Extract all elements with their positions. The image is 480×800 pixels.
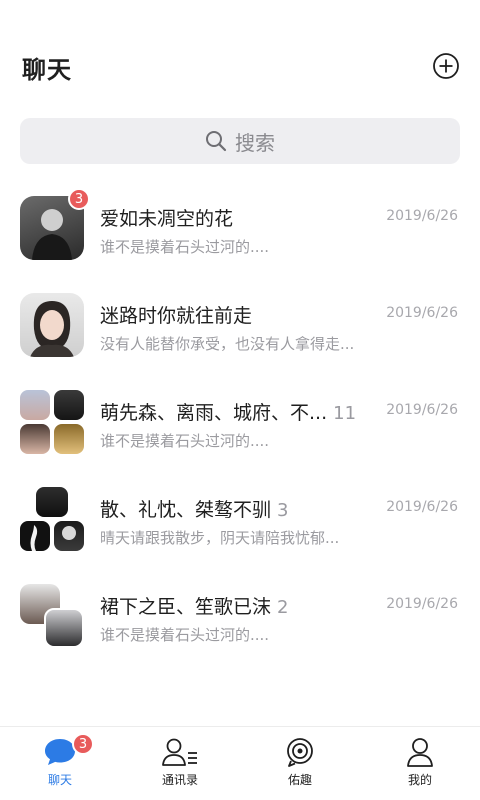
- avatar-photo: [20, 293, 84, 357]
- avatar-photo: [54, 521, 84, 551]
- tab-label: 聊天: [47, 773, 72, 787]
- person-silhouette-icon: [30, 525, 38, 551]
- profile-icon: [407, 738, 433, 767]
- tab-label: 佑趣: [287, 773, 312, 787]
- avatar-photo: [20, 390, 50, 420]
- member-count: 11: [333, 403, 357, 424]
- person-silhouette-icon: [30, 301, 74, 357]
- conversation-item[interactable]: 迷路时你就往前走 2019/6/26 没有人能替你承受，也没有人拿得走...: [0, 275, 480, 372]
- page-title: 聊天: [22, 56, 72, 84]
- avatar-photo: [44, 608, 84, 648]
- conversation-name: 萌先森、离雨、城府、不... 11: [100, 402, 357, 424]
- conversation-preview: 谁不是摸着石头过河的....: [100, 432, 270, 450]
- tab-contacts[interactable]: 通讯录: [120, 727, 240, 800]
- conversation-preview: 谁不是摸着石头过河的....: [100, 238, 270, 256]
- add-button[interactable]: [432, 52, 460, 80]
- conversation-preview: 晴天请跟我散步，阴天请陪我忧郁...: [100, 529, 340, 547]
- chat-screen: 聊天 搜索 3 爱如未凋空的花 2019/6/26 谁不是摸着石头过河的....…: [0, 0, 480, 800]
- conversation-item[interactable]: 萌先森、离雨、城府、不... 11 2019/6/26 谁不是摸着石头过河的...…: [0, 372, 480, 469]
- header: 聊天: [0, 40, 480, 92]
- avatar: 3: [20, 188, 90, 260]
- contacts-icon: [162, 738, 197, 766]
- search-placeholder: 搜索: [235, 130, 275, 155]
- conversation-name: 迷路时你就往前走: [100, 305, 253, 327]
- avatar: [20, 293, 84, 357]
- conversation-time: 2019/6/26: [386, 596, 458, 612]
- tab-chat[interactable]: 3 聊天: [0, 727, 120, 800]
- group-avatar: [20, 390, 84, 454]
- tab-discover[interactable]: 佑趣: [240, 727, 360, 800]
- avatar-photo: [20, 521, 50, 551]
- conversation-item[interactable]: 3 爱如未凋空的花 2019/6/26 谁不是摸着石头过河的....: [0, 178, 480, 275]
- plus-circle-icon: [433, 53, 459, 79]
- search-icon: [206, 131, 227, 152]
- conversation-name: 散、礼忱、桀骜不驯 3: [100, 499, 289, 521]
- avatar-photo: [54, 390, 84, 420]
- tab-label: 通讯录: [161, 773, 198, 787]
- unread-badge: 3: [68, 188, 90, 210]
- conversation-list: 3 爱如未凋空的花 2019/6/26 谁不是摸着石头过河的.... 迷路时你就…: [0, 178, 480, 663]
- conversation-name: 裙下之臣、笙歌已沫 2: [100, 596, 289, 618]
- conversation-preview: 没有人能替你承受，也没有人拿得走...: [100, 335, 355, 353]
- conversation-item[interactable]: 裙下之臣、笙歌已沫 2 2019/6/26 谁不是摸着石头过河的....: [0, 566, 480, 663]
- conversation-item[interactable]: 散、礼忱、桀骜不驯 3 2019/6/26 晴天请跟我散步，阴天请陪我忧郁...: [0, 469, 480, 566]
- search-input[interactable]: 搜索: [20, 118, 460, 164]
- tab-badge: 3: [72, 733, 94, 755]
- avatar-photo: [36, 487, 68, 517]
- conversation-time: 2019/6/26: [386, 208, 458, 224]
- conversation-preview: 谁不是摸着石头过河的....: [100, 626, 270, 644]
- avatar-photo: [20, 424, 50, 454]
- tab-label: 我的: [407, 773, 432, 787]
- tab-profile[interactable]: 我的: [360, 727, 480, 800]
- group-avatar: [20, 584, 84, 648]
- group-avatar: [20, 487, 84, 551]
- tab-bar: 3 聊天 通讯录 佑趣 我的: [0, 726, 480, 800]
- conversation-time: 2019/6/26: [386, 305, 458, 321]
- person-silhouette-icon: [62, 526, 76, 540]
- member-count: 3: [277, 500, 289, 521]
- conversation-name: 爱如未凋空的花: [100, 208, 234, 230]
- conversation-time: 2019/6/26: [386, 402, 458, 418]
- avatar-photo: [54, 424, 84, 454]
- member-count: 2: [277, 597, 289, 618]
- conversation-time: 2019/6/26: [386, 499, 458, 515]
- discover-icon: [287, 738, 313, 767]
